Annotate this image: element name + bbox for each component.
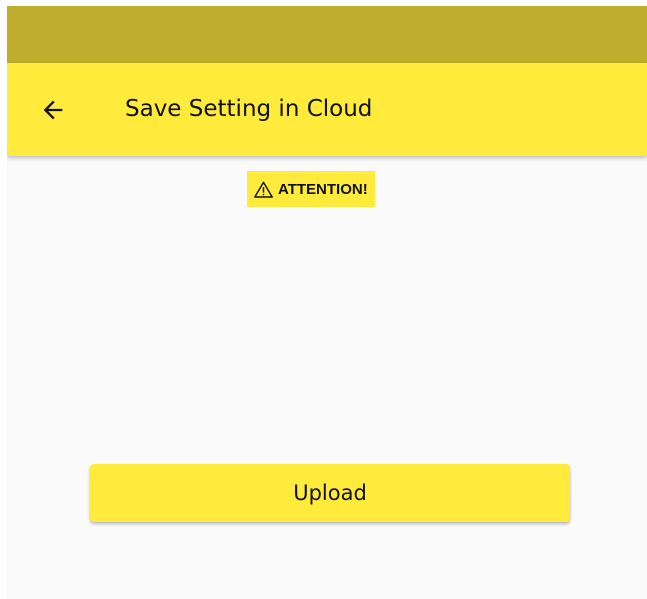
- status-bar: [7, 6, 647, 63]
- warning-icon: [254, 181, 273, 198]
- attention-notice: ATTENTION!: [247, 171, 375, 207]
- app-bar: Save Setting in Cloud: [7, 63, 647, 156]
- page-title: Save Setting in Cloud: [125, 96, 373, 122]
- upload-button[interactable]: Upload: [90, 464, 570, 522]
- attention-text: ATTENTION!: [278, 180, 368, 198]
- app-screen: Save Setting in Cloud ATTENTION! Upload: [7, 6, 647, 599]
- back-button[interactable]: [29, 86, 77, 134]
- arrow-back-icon: [43, 100, 63, 120]
